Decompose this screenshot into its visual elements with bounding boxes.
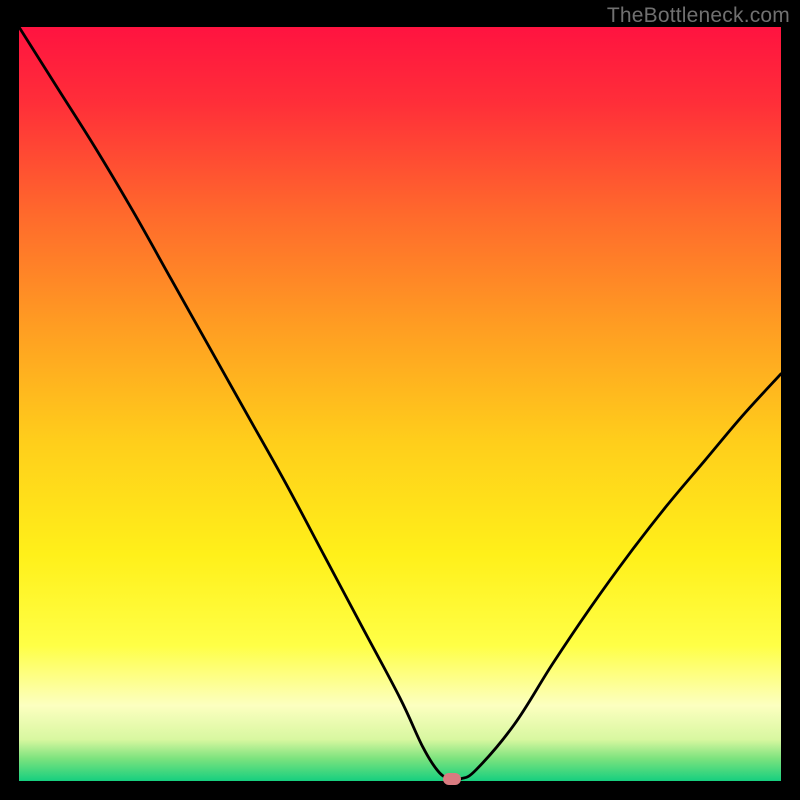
optimal-point-marker bbox=[443, 773, 461, 785]
chart-frame: TheBottleneck.com bbox=[0, 0, 800, 800]
bottleneck-chart bbox=[19, 27, 781, 781]
watermark-label: TheBottleneck.com bbox=[607, 4, 790, 28]
gradient-background bbox=[19, 27, 781, 781]
plot-area bbox=[19, 27, 781, 781]
